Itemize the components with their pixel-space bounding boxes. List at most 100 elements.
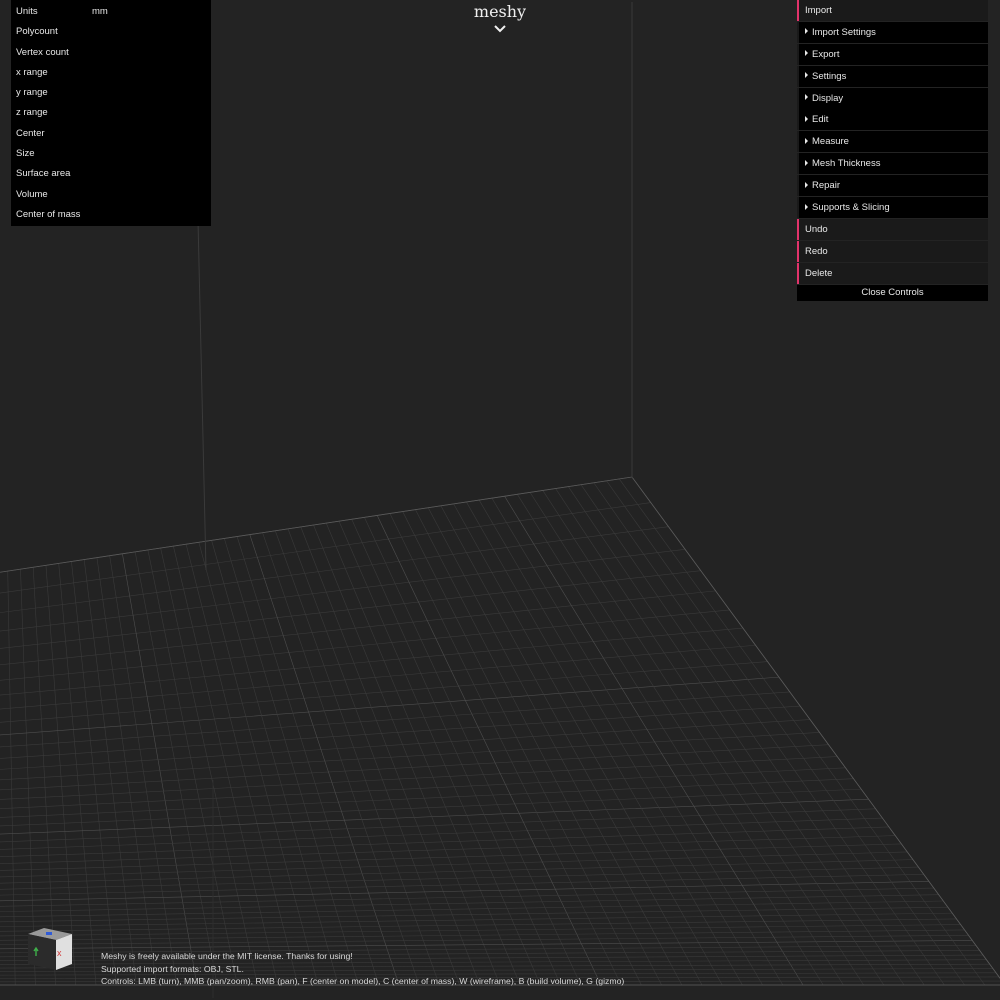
grid-line [0,934,969,945]
orientation-gizmo: x [24,926,76,972]
info-value: mm [92,6,108,17]
supports-slicing-folder[interactable]: Supports & Slicing [797,197,988,219]
grid-line [313,524,501,986]
grid-line [619,478,986,986]
info-row: Size [11,145,211,165]
grid-line [20,569,36,986]
control-label: Redo [805,245,828,257]
control-label: Delete [805,267,833,279]
control-label: Import [805,5,832,16]
grid-line [0,502,651,594]
info-row: Center of mass [11,206,211,226]
grid-line [0,924,961,937]
chevron-down-icon[interactable] [490,22,510,36]
triangle-right-icon [805,159,808,166]
undo-button[interactable]: Undo [797,218,988,240]
info-row: z range [11,104,211,124]
z-axis-marker [46,932,52,935]
grid-line [0,874,924,896]
info-label: Vertex count [16,46,69,58]
grid-line [122,553,198,986]
delete-button[interactable]: Delete [797,262,988,284]
grid-line [0,570,701,649]
grid-line [0,808,876,843]
grid-line [0,940,973,950]
mesh-info-panel: Units mm Polycount Vertex count x range y ran… [11,0,211,226]
controls-help-text: Controls: LMB (turn), MMB (pan/zoom), RM… [101,976,625,987]
build-plate-grid [0,476,1000,986]
control-label: Undo [805,223,828,235]
grid-line [0,644,756,710]
close-controls-button[interactable]: Close Controls [797,284,988,301]
info-label: z range [16,107,48,119]
redo-button[interactable]: Redo [797,240,988,262]
import-button[interactable]: Import [797,0,988,21]
controls-list: Import Import Settings Export Settings Displ… [797,0,988,284]
grid-line [0,788,862,827]
info-row: Surface area [11,165,211,185]
control-label: Edit [812,114,829,126]
grid-line [631,476,1000,979]
grid-line [287,528,460,986]
grid-line [173,546,279,986]
grid-line [0,918,957,932]
control-label: Supports & Slicing [812,202,890,214]
control-label: Measure [812,136,849,148]
footer-info: Meshy is freely available under the MIT … [101,950,624,988]
info-label: Center [16,127,45,139]
export-folder[interactable]: Export [797,43,988,65]
info-row: Center [11,125,211,145]
control-label: Display [812,92,844,104]
grid-line [0,912,953,927]
info-row: Vertex count [11,44,211,64]
grid-line [0,817,883,850]
grid-line [351,519,561,986]
info-label: Volume [16,188,48,200]
info-label: Size [16,148,35,160]
info-row: x range [11,64,211,84]
control-label: Settings [812,70,847,82]
x-axis-label: x [57,948,62,958]
info-label: x range [16,66,48,78]
formats-text: Supported import formats: OBJ, STL. [101,963,244,974]
mesh-thickness-folder[interactable]: Mesh Thickness [797,153,988,175]
import-settings-folder[interactable]: Import Settings [797,21,988,43]
repair-folder[interactable]: Repair [797,175,988,197]
control-label: Export [812,48,840,60]
measure-folder[interactable]: Measure [797,131,988,153]
info-row: y range [11,84,211,104]
info-label: Units [16,6,38,17]
grid-line [160,547,258,986]
info-label: Polycount [16,26,58,38]
grid-line [0,859,913,884]
triangle-right-icon [805,72,808,79]
info-row: Units mm [11,3,211,23]
grid-line [0,835,896,864]
grid-line [0,719,811,770]
settings-folder[interactable]: Settings [797,65,988,87]
info-label: Center of mass [16,208,81,220]
grid-line [376,515,602,986]
info-row: Polycount [11,23,211,43]
grid-line [0,590,716,666]
grid-line [58,563,97,986]
grid-line [147,549,238,986]
control-label: Import Settings [812,26,876,38]
grid-line [0,851,908,878]
grid-line [0,661,768,723]
info-row: Volume [11,186,211,206]
grid-line [7,571,16,986]
triangle-right-icon [805,94,808,101]
grid-line [0,929,965,941]
triangle-right-icon [805,50,808,57]
edit-folder[interactable]: Edit [797,109,988,131]
display-folder[interactable]: Display [797,87,988,109]
grid-line [0,826,889,857]
grid-line [45,565,77,986]
triangle-right-icon [805,137,808,144]
triangle-right-icon [805,203,808,210]
control-label: Mesh Thickness [812,158,881,170]
info-label: y range [16,87,48,99]
grid-line [0,691,790,748]
grid-line [338,521,541,986]
